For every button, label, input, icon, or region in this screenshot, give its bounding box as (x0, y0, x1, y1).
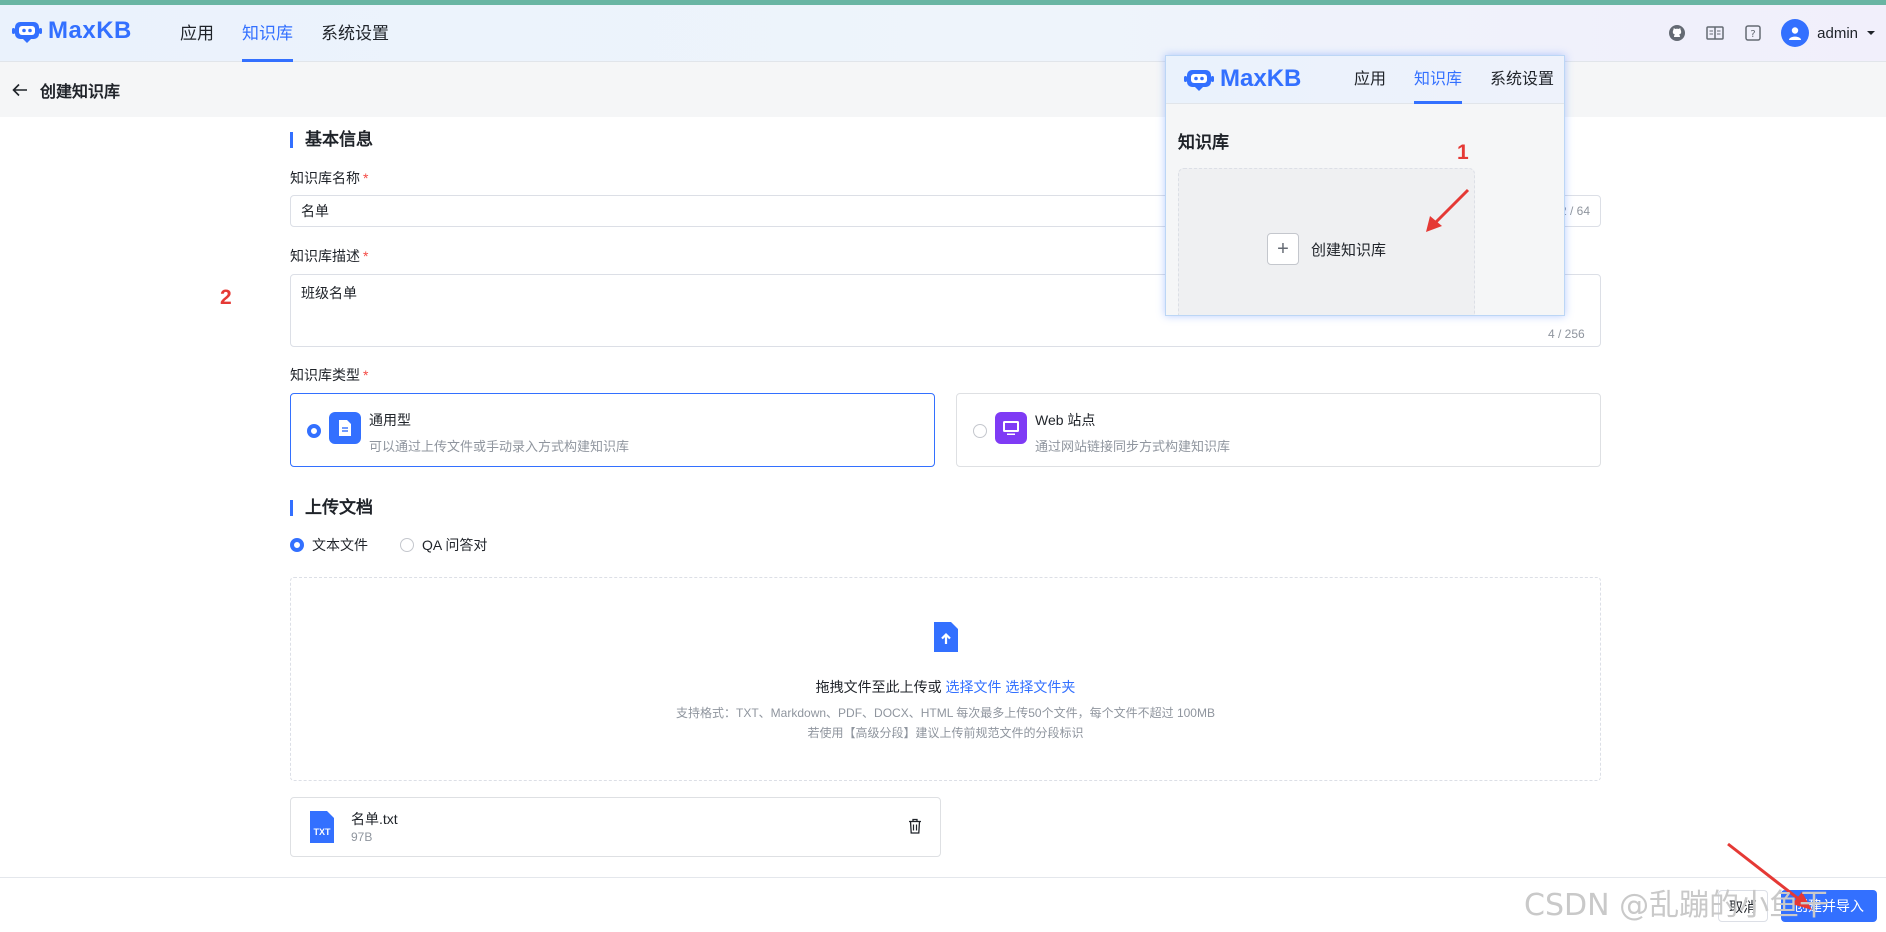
nav-item-settings[interactable]: 系统设置 (321, 5, 389, 62)
robot-logo-icon (1184, 70, 1214, 91)
nav-item-app[interactable]: 应用 (180, 5, 214, 62)
file-name: 名单.txt (351, 811, 398, 827)
overlay-brand-name: MaxKB (1220, 65, 1302, 92)
page-title: 创建知识库 (40, 84, 121, 101)
radio-general[interactable] (307, 424, 321, 438)
overlay-nav-settings: 系统设置 (1490, 71, 1555, 88)
dropzone-text: 拖拽文件至此上传或 选择文件 选择文件夹 (291, 677, 1600, 697)
name-label: 知识库名称 * (290, 170, 369, 186)
upload-dropzone[interactable]: 拖拽文件至此上传或 选择文件 选择文件夹 支持格式：TXT、Markdown、P… (290, 577, 1601, 781)
segment-hint: 若使用【高级分段】建议上传前规范文件的分段标识 (807, 726, 1084, 740)
svg-text:TXT: TXT (314, 827, 332, 837)
help-icon[interactable]: ? (1743, 23, 1763, 43)
reference-screenshot-overlay: MaxKB 应用 知识库 系统设置 知识库 + 创建知识库 1 (1165, 55, 1565, 316)
radio-qa-pair[interactable] (400, 538, 414, 552)
watermark: CSDN @乱蹦的小鱼干 (1524, 888, 1830, 923)
user-menu[interactable]: admin (1781, 19, 1876, 47)
desc-label: 知识库描述 * (290, 248, 369, 264)
upload-file-icon (932, 620, 960, 657)
svg-text:?: ? (1750, 29, 1755, 40)
annotation-arrow-icon (1426, 188, 1470, 232)
radio-web[interactable] (973, 424, 987, 438)
mode-qa-pair[interactable]: QA 问答对 (400, 535, 487, 555)
overlay-nav-knowledge: 知识库 (1414, 56, 1463, 104)
overlay-logo: MaxKB (1184, 65, 1301, 93)
github-icon[interactable] (1667, 23, 1687, 43)
page-subheader: 创建知识库 (0, 62, 1886, 117)
mode-qa-pair-label: QA 问答对 (422, 537, 488, 553)
section-basic-info: 基本信息 (290, 131, 373, 148)
desc-counter: 4 / 256 (1548, 327, 1585, 341)
book-icon[interactable] (1705, 23, 1725, 43)
header-tools: ? admin (1667, 19, 1876, 47)
overlay-create-content: + 创建知识库 (1267, 233, 1386, 265)
radio-text-file[interactable] (290, 538, 304, 552)
type-desc-web: 通过网站链接同步方式构建知识库 (1035, 439, 1231, 454)
maxkb-logo[interactable]: MaxKB (12, 17, 132, 45)
format-hint: 支持格式：TXT、Markdown、PDF、DOCX、HTML 每次最多上传50… (676, 706, 1215, 720)
overlay-create-label: 创建知识库 (1311, 241, 1387, 259)
mode-text-file-label: 文本文件 (312, 537, 368, 553)
plus-icon: + (1267, 233, 1299, 265)
type-title-web: Web 站点 (1035, 412, 1096, 428)
top-navbar: MaxKB 应用 知识库 系统设置 ? admin (0, 5, 1886, 62)
document-icon (329, 412, 361, 444)
uploaded-file-item: TXT 名单.txt 97B (290, 797, 941, 857)
annotation-step-1: 1 (1457, 141, 1469, 164)
type-card-web[interactable]: Web 站点 通过网站链接同步方式构建知识库 (956, 393, 1601, 467)
file-size: 97B (351, 830, 373, 844)
section-upload-docs: 上传文档 (290, 499, 373, 516)
robot-logo-icon (12, 22, 42, 43)
overlay-navbar: MaxKB 应用 知识库 系统设置 (1166, 56, 1564, 104)
type-card-general[interactable]: 通用型 可以通过上传文件或手动录入方式构建知识库 (290, 393, 935, 467)
txt-file-icon: TXT (309, 810, 335, 847)
trash-icon[interactable] (908, 818, 922, 837)
back-link[interactable]: 创建知识库 (12, 78, 120, 102)
type-label: 知识库类型 * (290, 367, 369, 383)
overlay-nav: 应用 知识库 系统设置 (1354, 56, 1554, 104)
overlay-nav-app: 应用 (1354, 71, 1387, 88)
select-folder-link[interactable]: 选择文件夹 (1005, 679, 1075, 695)
type-desc-general: 可以通过上传文件或手动录入方式构建知识库 (369, 439, 630, 454)
chevron-down-icon (1867, 31, 1875, 35)
avatar (1781, 19, 1810, 47)
mode-text-file[interactable]: 文本文件 (290, 535, 368, 555)
main-nav: 应用 知识库 系统设置 (180, 5, 389, 62)
user-name: admin (1817, 24, 1858, 42)
drop-text: 拖拽文件至此上传或 (815, 679, 942, 695)
web-site-icon (995, 412, 1027, 444)
select-file-link[interactable]: 选择文件 (946, 679, 1002, 695)
annotation-step-2: 2 (220, 286, 232, 309)
create-form: 基本信息 知识库名称 * 名单 2 / 64 知识库描述 * 班级名单 4 / 25… (5, 117, 1881, 877)
arrow-left-icon (12, 83, 27, 97)
nav-item-knowledge[interactable]: 知识库 (242, 5, 293, 62)
brand-name: MaxKB (48, 17, 132, 44)
overlay-title: 知识库 (1178, 133, 1229, 152)
type-title-general: 通用型 (369, 412, 411, 428)
